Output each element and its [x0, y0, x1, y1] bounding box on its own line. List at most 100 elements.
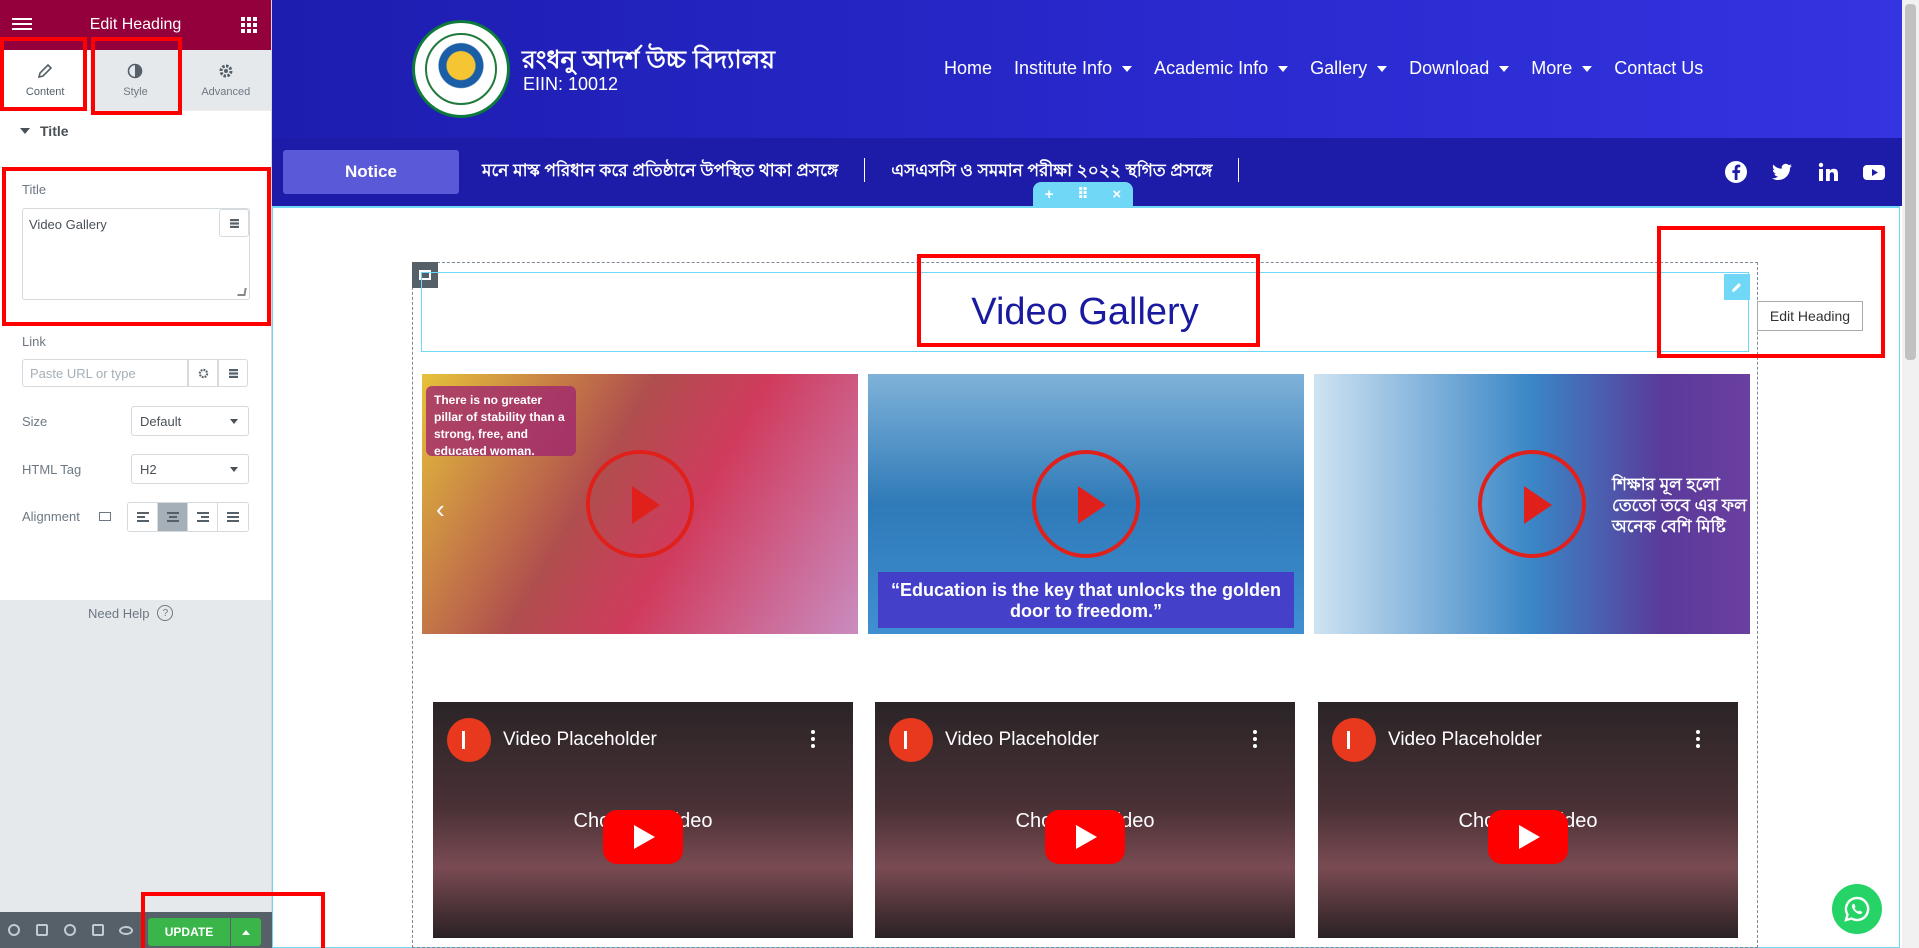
- delete-section-icon[interactable]: ×: [1112, 186, 1121, 203]
- resize-handle[interactable]: [237, 288, 247, 296]
- notice-ticker: মনে মাস্ক পরিধান করে প্রতিষ্ঠানে উপস্থিত…: [482, 158, 1265, 186]
- align-justify-button[interactable]: [218, 503, 248, 531]
- play-icon[interactable]: [586, 450, 694, 558]
- caret-down-icon: [20, 128, 30, 134]
- site-header: রংধনু আদর্শ উচ্চ বিদ্যালয় EIIN: 10012 H…: [272, 0, 1902, 138]
- drag-handle-icon[interactable]: ⠿: [1077, 185, 1089, 203]
- notice-button[interactable]: Notice: [283, 150, 459, 194]
- youtube-play-icon[interactable]: [603, 810, 683, 864]
- link-dynamic-button[interactable]: [218, 359, 248, 387]
- panel-tabs: Content Style Advanced: [0, 50, 271, 110]
- size-select[interactable]: Default: [131, 406, 249, 436]
- html-tag-select[interactable]: H2: [131, 454, 249, 484]
- title-textarea[interactable]: Video Gallery: [22, 208, 250, 300]
- gear-icon: [198, 368, 208, 378]
- panel-header: Edit Heading: [0, 0, 271, 50]
- align-left-icon: [136, 511, 149, 523]
- align-center-button[interactable]: [158, 503, 188, 531]
- slide-2[interactable]: “Education is the key that unlocks the g…: [868, 374, 1304, 634]
- dynamic-tags-button[interactable]: [219, 209, 249, 237]
- tab-content-label: Content: [25, 85, 65, 98]
- nav-academic-info[interactable]: Academic Info: [1154, 58, 1289, 79]
- notice-item[interactable]: মনে মাস্ক পরিধান করে প্রতিষ্ঠানে উপস্থিত…: [482, 158, 838, 186]
- video-header: Video Placeholder: [447, 718, 657, 762]
- more-vertical-icon[interactable]: [1253, 728, 1257, 749]
- elementor-logo-icon: [447, 718, 491, 762]
- more-vertical-icon[interactable]: [811, 728, 815, 749]
- slide-1[interactable]: There is no greater pillar of stability …: [422, 374, 858, 634]
- add-section-icon[interactable]: +: [1045, 186, 1054, 203]
- section-handle[interactable]: + ⠿ ×: [1033, 182, 1133, 206]
- size-label: Size: [22, 414, 48, 429]
- youtube-play-icon[interactable]: [1488, 810, 1568, 864]
- youtube-icon[interactable]: [1860, 158, 1888, 186]
- youtube-play-icon[interactable]: [1045, 810, 1125, 864]
- slide-caption: There is no greater pillar of stability …: [426, 386, 576, 458]
- slide-3[interactable]: শিক্ষার মূল হলো তেতো তবে এর ফল অনেক বেশি…: [1314, 374, 1750, 634]
- page-scrollbar[interactable]: [1902, 0, 1919, 948]
- align-right-icon: [196, 511, 209, 523]
- gear-icon: [219, 64, 233, 77]
- play-icon[interactable]: [1478, 450, 1586, 558]
- facebook-icon[interactable]: [1722, 158, 1750, 186]
- nav-contact-us-label: Contact Us: [1614, 58, 1704, 78]
- chevron-down-icon: [1278, 65, 1289, 72]
- scrollbar-thumb[interactable]: [1905, 4, 1916, 360]
- settings-icon[interactable]: [0, 912, 28, 948]
- whatsapp-icon[interactable]: [1832, 884, 1882, 934]
- chevron-left-icon[interactable]: ‹: [436, 494, 445, 525]
- link-input[interactable]: Paste URL or type: [22, 359, 188, 387]
- slide-caption: “Education is the key that unlocks the g…: [878, 572, 1294, 628]
- history-icon[interactable]: [56, 912, 84, 948]
- edit-heading-tooltip: Edit Heading: [1757, 301, 1863, 331]
- play-icon[interactable]: [1032, 450, 1140, 558]
- section-toggle-title[interactable]: Title: [0, 111, 271, 151]
- alignment-control: [127, 502, 249, 532]
- need-help-link[interactable]: Need Help ?: [88, 605, 174, 621]
- tab-content[interactable]: Content: [0, 50, 91, 110]
- video-title: Video Placeholder: [503, 729, 657, 750]
- html-tag-label: HTML Tag: [22, 462, 82, 477]
- edit-heading-button[interactable]: [1724, 274, 1750, 300]
- nav-more[interactable]: More: [1531, 58, 1593, 79]
- twitter-icon[interactable]: [1768, 158, 1796, 186]
- school-logo[interactable]: [412, 20, 510, 118]
- align-left-button[interactable]: [128, 503, 158, 531]
- widgets-grid-icon[interactable]: [241, 17, 257, 33]
- nav-institute-info[interactable]: Institute Info: [1014, 58, 1133, 79]
- video-placeholder-1[interactable]: Video Placeholder Choose a video: [433, 702, 853, 938]
- align-right-button[interactable]: [188, 503, 218, 531]
- tab-style[interactable]: Style: [90, 50, 181, 110]
- slide-caption: শিক্ষার মূল হলো তেতো তবে এর ফল অনেক বেশি…: [1612, 475, 1747, 536]
- nav-gallery[interactable]: Gallery: [1310, 58, 1388, 79]
- menu-icon[interactable]: [12, 15, 32, 35]
- tab-style-label: Style: [123, 85, 148, 98]
- video-placeholder-3[interactable]: Video Placeholder Choose a video: [1318, 702, 1738, 938]
- alignment-label: Alignment: [22, 509, 80, 524]
- linkedin-icon[interactable]: [1814, 158, 1842, 186]
- link-label: Link: [22, 334, 46, 349]
- nav-home[interactable]: Home: [944, 58, 992, 79]
- responsive-mode-icon[interactable]: [84, 912, 112, 948]
- title-value: Video Gallery: [29, 217, 107, 232]
- align-justify-icon: [227, 511, 239, 523]
- nav-contact-us[interactable]: Contact Us: [1614, 58, 1703, 79]
- tab-advanced[interactable]: Advanced: [180, 50, 271, 110]
- update-options-button[interactable]: [231, 918, 261, 946]
- navigator-layers-icon[interactable]: [28, 912, 56, 948]
- preview-eye-icon[interactable]: [112, 912, 140, 948]
- contrast-icon: [128, 63, 143, 78]
- video-gallery-heading[interactable]: Video Gallery: [421, 272, 1749, 352]
- caret-up-icon: [242, 929, 250, 935]
- nav-download[interactable]: Download: [1409, 58, 1510, 79]
- desktop-icon[interactable]: [99, 512, 111, 521]
- link-options-button[interactable]: [188, 359, 218, 387]
- nav-more-label: More: [1531, 58, 1573, 78]
- need-help-label: Need Help: [88, 605, 150, 621]
- update-button[interactable]: UPDATE: [148, 918, 230, 946]
- ticker-separator: [1238, 158, 1240, 182]
- pencil-icon: [38, 63, 53, 78]
- more-vertical-icon[interactable]: [1696, 728, 1700, 749]
- elementor-logo-icon: [1332, 718, 1376, 762]
- video-placeholder-2[interactable]: Video Placeholder Choose a video: [875, 702, 1295, 938]
